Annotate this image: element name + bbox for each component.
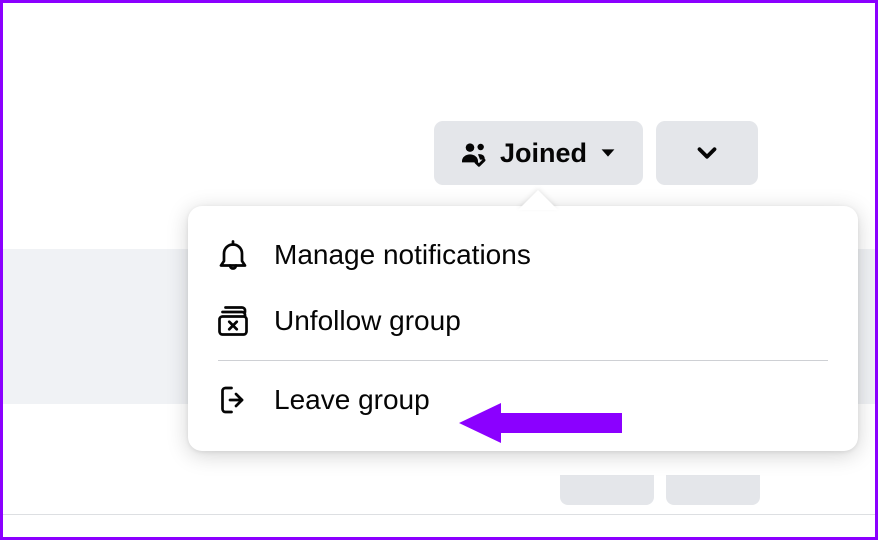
menu-item-unfollow-group[interactable]: Unfollow group: [202, 288, 844, 354]
bottom-divider: [3, 514, 875, 515]
menu-divider: [218, 360, 828, 361]
menu-item-label: Leave group: [274, 384, 430, 416]
obscured-button: [666, 475, 760, 505]
menu-item-label: Unfollow group: [274, 305, 461, 337]
joined-button-label: Joined: [500, 138, 587, 169]
chevron-down-icon: [692, 138, 722, 168]
menu-item-manage-notifications[interactable]: Manage notifications: [202, 222, 844, 288]
more-chevron-button[interactable]: [656, 121, 758, 185]
group-icon: [458, 137, 490, 169]
caret-down-icon: [597, 142, 619, 164]
joined-dropdown-menu: Manage notifications Unfollow group Leav…: [188, 206, 858, 451]
joined-button[interactable]: Joined: [434, 121, 643, 185]
bell-icon: [214, 236, 252, 274]
unfollow-icon: [214, 302, 252, 340]
menu-item-label: Manage notifications: [274, 239, 531, 271]
obscured-button: [560, 475, 654, 505]
obscured-buttons: [560, 475, 760, 505]
menu-item-leave-group[interactable]: Leave group: [202, 367, 844, 433]
action-button-row: Joined: [434, 121, 758, 185]
leave-icon: [214, 381, 252, 419]
